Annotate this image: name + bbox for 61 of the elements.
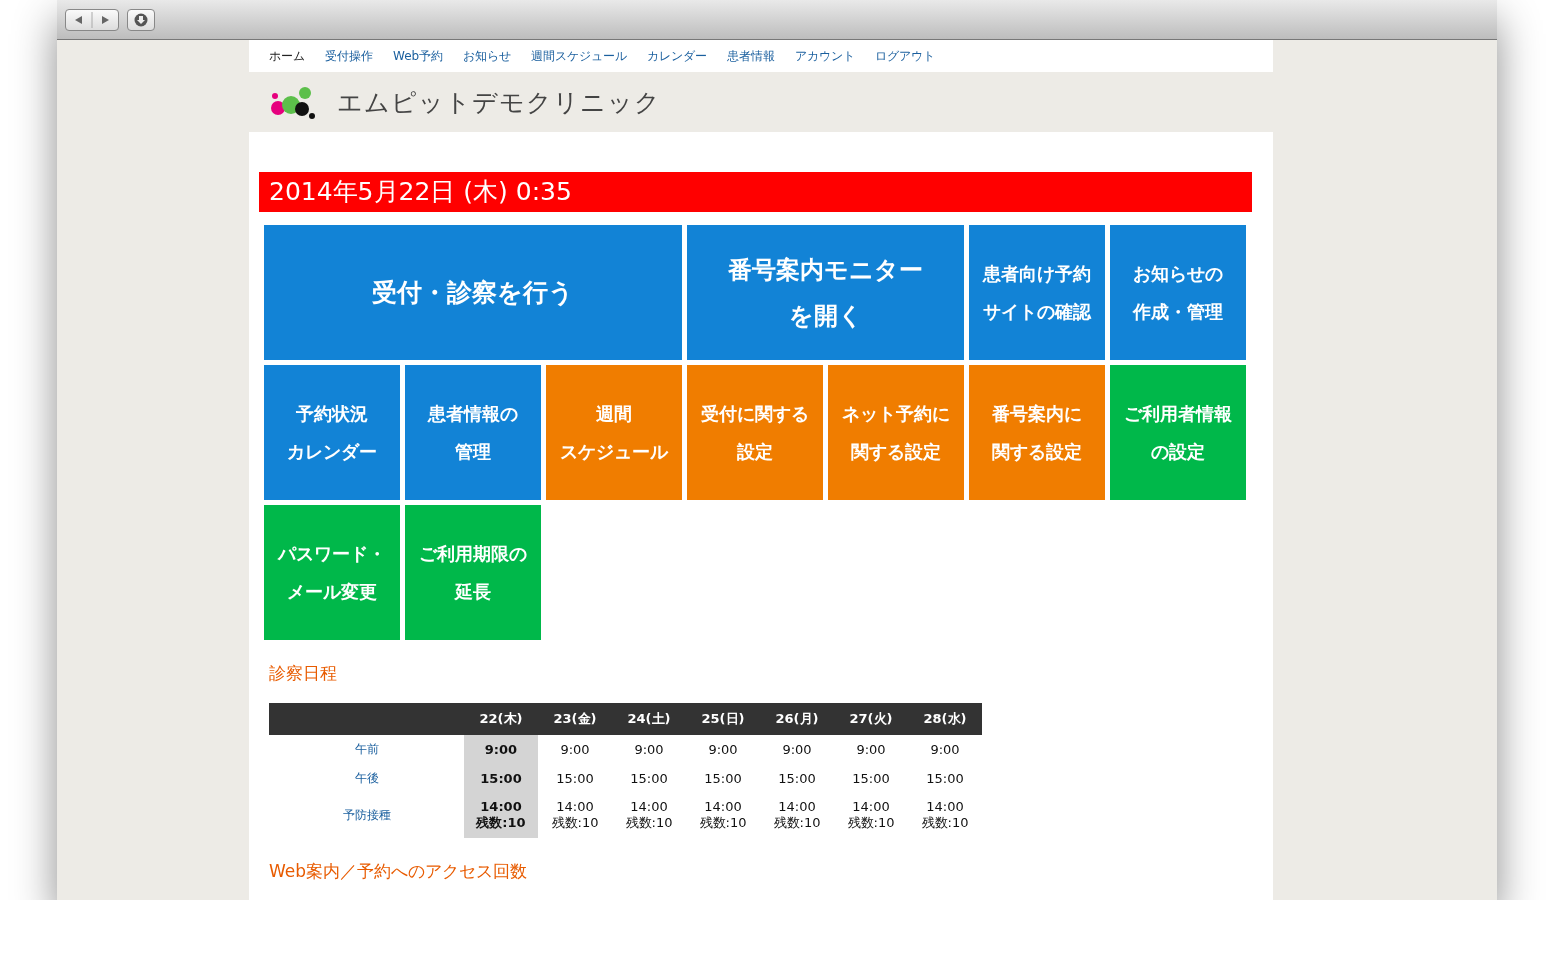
column-header: 27(火) bbox=[834, 703, 908, 735]
table-cell: 9:00 bbox=[686, 735, 760, 764]
table-cell-text: 15:00 bbox=[925, 770, 965, 788]
table-cell: 9:00 bbox=[834, 735, 908, 764]
table-cell: 9:00 bbox=[612, 735, 686, 764]
logo-drawing bbox=[269, 84, 317, 120]
table-cell-text: 14:00 残数:10 bbox=[846, 798, 896, 832]
table-cell: 9:00 bbox=[538, 735, 612, 764]
column-header: 22(木) bbox=[464, 703, 538, 735]
menu-tile[interactable]: 番号案内に 関する設定 bbox=[969, 365, 1105, 500]
nav-link[interactable]: アカウント bbox=[795, 47, 856, 65]
nav-link[interactable]: Web予約 bbox=[393, 47, 444, 65]
clinic-name: エムピットデモクリニック bbox=[337, 86, 661, 119]
nav-link[interactable]: お知らせ bbox=[463, 47, 512, 65]
column-header: 23(金) bbox=[538, 703, 612, 735]
menu-tile[interactable]: ご利用者情報 の設定 bbox=[1110, 365, 1246, 500]
nav-link[interactable]: 受付操作 bbox=[325, 47, 373, 65]
download-button[interactable] bbox=[127, 8, 155, 31]
table-cell: 15:00 bbox=[538, 764, 612, 793]
section-title: Web案内／予約へのアクセス回数 bbox=[269, 860, 529, 883]
menu-tile[interactable]: 受付・診察を行う bbox=[264, 225, 682, 360]
nav-link[interactable]: ログアウト bbox=[875, 47, 936, 65]
row-label: 予防接種 bbox=[269, 793, 464, 838]
menu-tile[interactable]: 患者情報の 管理 bbox=[405, 365, 541, 500]
table-cell-text: 15:00 bbox=[851, 770, 891, 788]
table-cell-text: 15:00 bbox=[703, 770, 743, 788]
menu-tile[interactable]: 患者向け予約 サイトの確認 bbox=[969, 225, 1105, 360]
table-cell: 9:00 bbox=[464, 735, 538, 764]
nav-link[interactable]: 患者情報 bbox=[727, 47, 776, 65]
menu-tile[interactable]: ご利用期限の 延長 bbox=[405, 505, 541, 640]
back-forward-buttons[interactable] bbox=[65, 8, 119, 31]
menu-tile[interactable]: 週間 スケジュール bbox=[546, 365, 682, 500]
menu-tile[interactable]: 予約状況 カレンダー bbox=[264, 365, 400, 500]
column-header: 26(月) bbox=[760, 703, 834, 735]
nav-link[interactable]: ホーム bbox=[269, 47, 305, 65]
table-cell: 14:00 残数:10 bbox=[464, 793, 538, 838]
menu-tile[interactable]: 受付に関する 設定 bbox=[687, 365, 823, 500]
nav-link[interactable]: 週間スケジュール bbox=[531, 47, 628, 65]
nav-link[interactable]: カレンダー bbox=[647, 47, 708, 65]
menu-tile[interactable]: パスワード・ メール変更 bbox=[264, 505, 400, 640]
column-header: 28(水) bbox=[908, 703, 982, 735]
section-title: 診察日程 bbox=[269, 662, 338, 685]
column-header: 24(土) bbox=[612, 703, 686, 735]
row-label: 午前 bbox=[269, 735, 464, 764]
table-cell-text: 14:00 残数:10 bbox=[698, 798, 748, 832]
table-cell-text: 14:00 残数:10 bbox=[624, 798, 674, 832]
table-cell: 15:00 bbox=[464, 764, 538, 793]
column-header: 25(日) bbox=[686, 703, 760, 735]
table-cell-text: 14:00 残数:10 bbox=[772, 798, 822, 832]
download-icon bbox=[134, 12, 148, 27]
menu-tile[interactable]: 番号案内モニター を開く bbox=[687, 225, 964, 360]
table-cell: 9:00 bbox=[908, 735, 982, 764]
table-cell-text: 15:00 bbox=[629, 770, 669, 788]
table-cell: 9:00 bbox=[760, 735, 834, 764]
table-cell-text: 15:00 bbox=[777, 770, 817, 788]
menu-tile[interactable]: ネット予約に 関する設定 bbox=[828, 365, 964, 500]
row-label: 午後 bbox=[269, 764, 464, 793]
table-cell-text: 14:00 残数:10 bbox=[920, 798, 970, 832]
date-banner: 2014年5月22日 (木) 0:35 bbox=[259, 172, 1252, 212]
menu-tile[interactable]: お知らせの 作成・管理 bbox=[1110, 225, 1246, 360]
table-cell: 14:00 残数:10 bbox=[538, 793, 612, 838]
